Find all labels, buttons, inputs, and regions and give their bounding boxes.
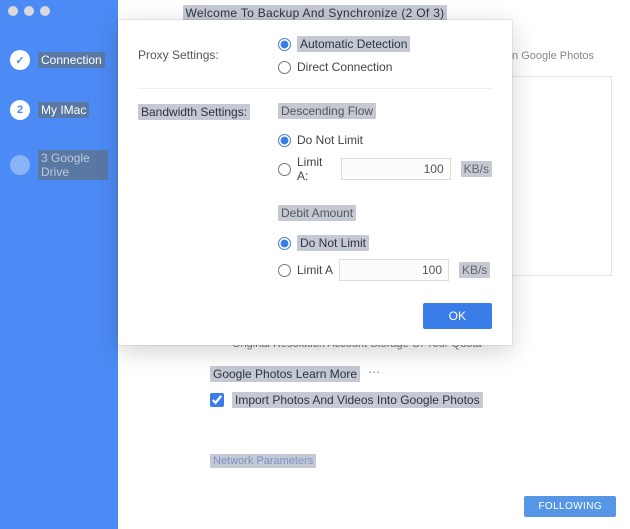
network-parameters-link[interactable]: Network Parameters [210,454,316,468]
import-photos-label: Import Photos And Videos Into Google Pho… [232,392,483,408]
following-button[interactable]: FOLLOWING [524,496,616,517]
download-limit-input[interactable] [341,158,451,180]
upload-limit-unit: KB/s [459,262,490,278]
proxy-auto-label: Automatic Detection [297,36,410,52]
upload-limit-input[interactable] [339,259,449,281]
step-my-imac[interactable]: 2 My IMac [0,94,118,126]
download-limit-unit: KB/s [461,161,492,177]
google-photos-header: Google Photos Learn More [210,366,360,382]
network-settings-dialog: Proxy Settings: Automatic Detection Dire… [118,20,512,345]
download-nolimit-label: Do Not Limit [297,133,363,147]
step-connection[interactable]: Connection [0,44,118,76]
proxy-auto-radio[interactable] [278,38,291,51]
ok-button[interactable]: OK [423,303,492,329]
bandwidth-settings-label: Bandwidth Settings: [138,103,268,119]
traffic-light-min[interactable] [24,6,34,16]
proxy-direct-label: Direct Connection [297,60,392,74]
download-limit-radio[interactable] [278,163,291,176]
upload-limit-radio[interactable] [278,264,291,277]
download-limit-label: Limit A: [297,155,335,183]
proxy-settings-label: Proxy Settings: [138,48,268,62]
step-google-drive[interactable]: 3 Google Drive [0,144,118,186]
step-label: 3 Google Drive [38,150,108,180]
sidebar: Connection 2 My IMac 3 Google Drive [0,0,118,529]
overflow-icon[interactable]: ⋯ [368,365,381,379]
upload-nolimit-radio[interactable] [278,237,291,250]
download-rate-label: Descending Flow [278,103,376,119]
step-number-icon: 2 [10,100,30,120]
upload-nolimit-label: Do Not Limit [297,235,369,251]
upload-rate-label: Debit Amount [278,205,356,221]
step-future-icon [10,155,30,175]
step-label: My IMac [38,102,89,118]
traffic-light-max[interactable] [40,6,50,16]
upload-limit-label: Limit A [297,263,333,277]
download-nolimit-radio[interactable] [278,134,291,147]
traffic-light-close[interactable] [8,6,18,16]
check-icon [10,50,30,70]
proxy-direct-radio[interactable] [278,61,291,74]
import-photos-checkbox[interactable] [210,393,224,407]
step-label: Connection [38,52,105,68]
